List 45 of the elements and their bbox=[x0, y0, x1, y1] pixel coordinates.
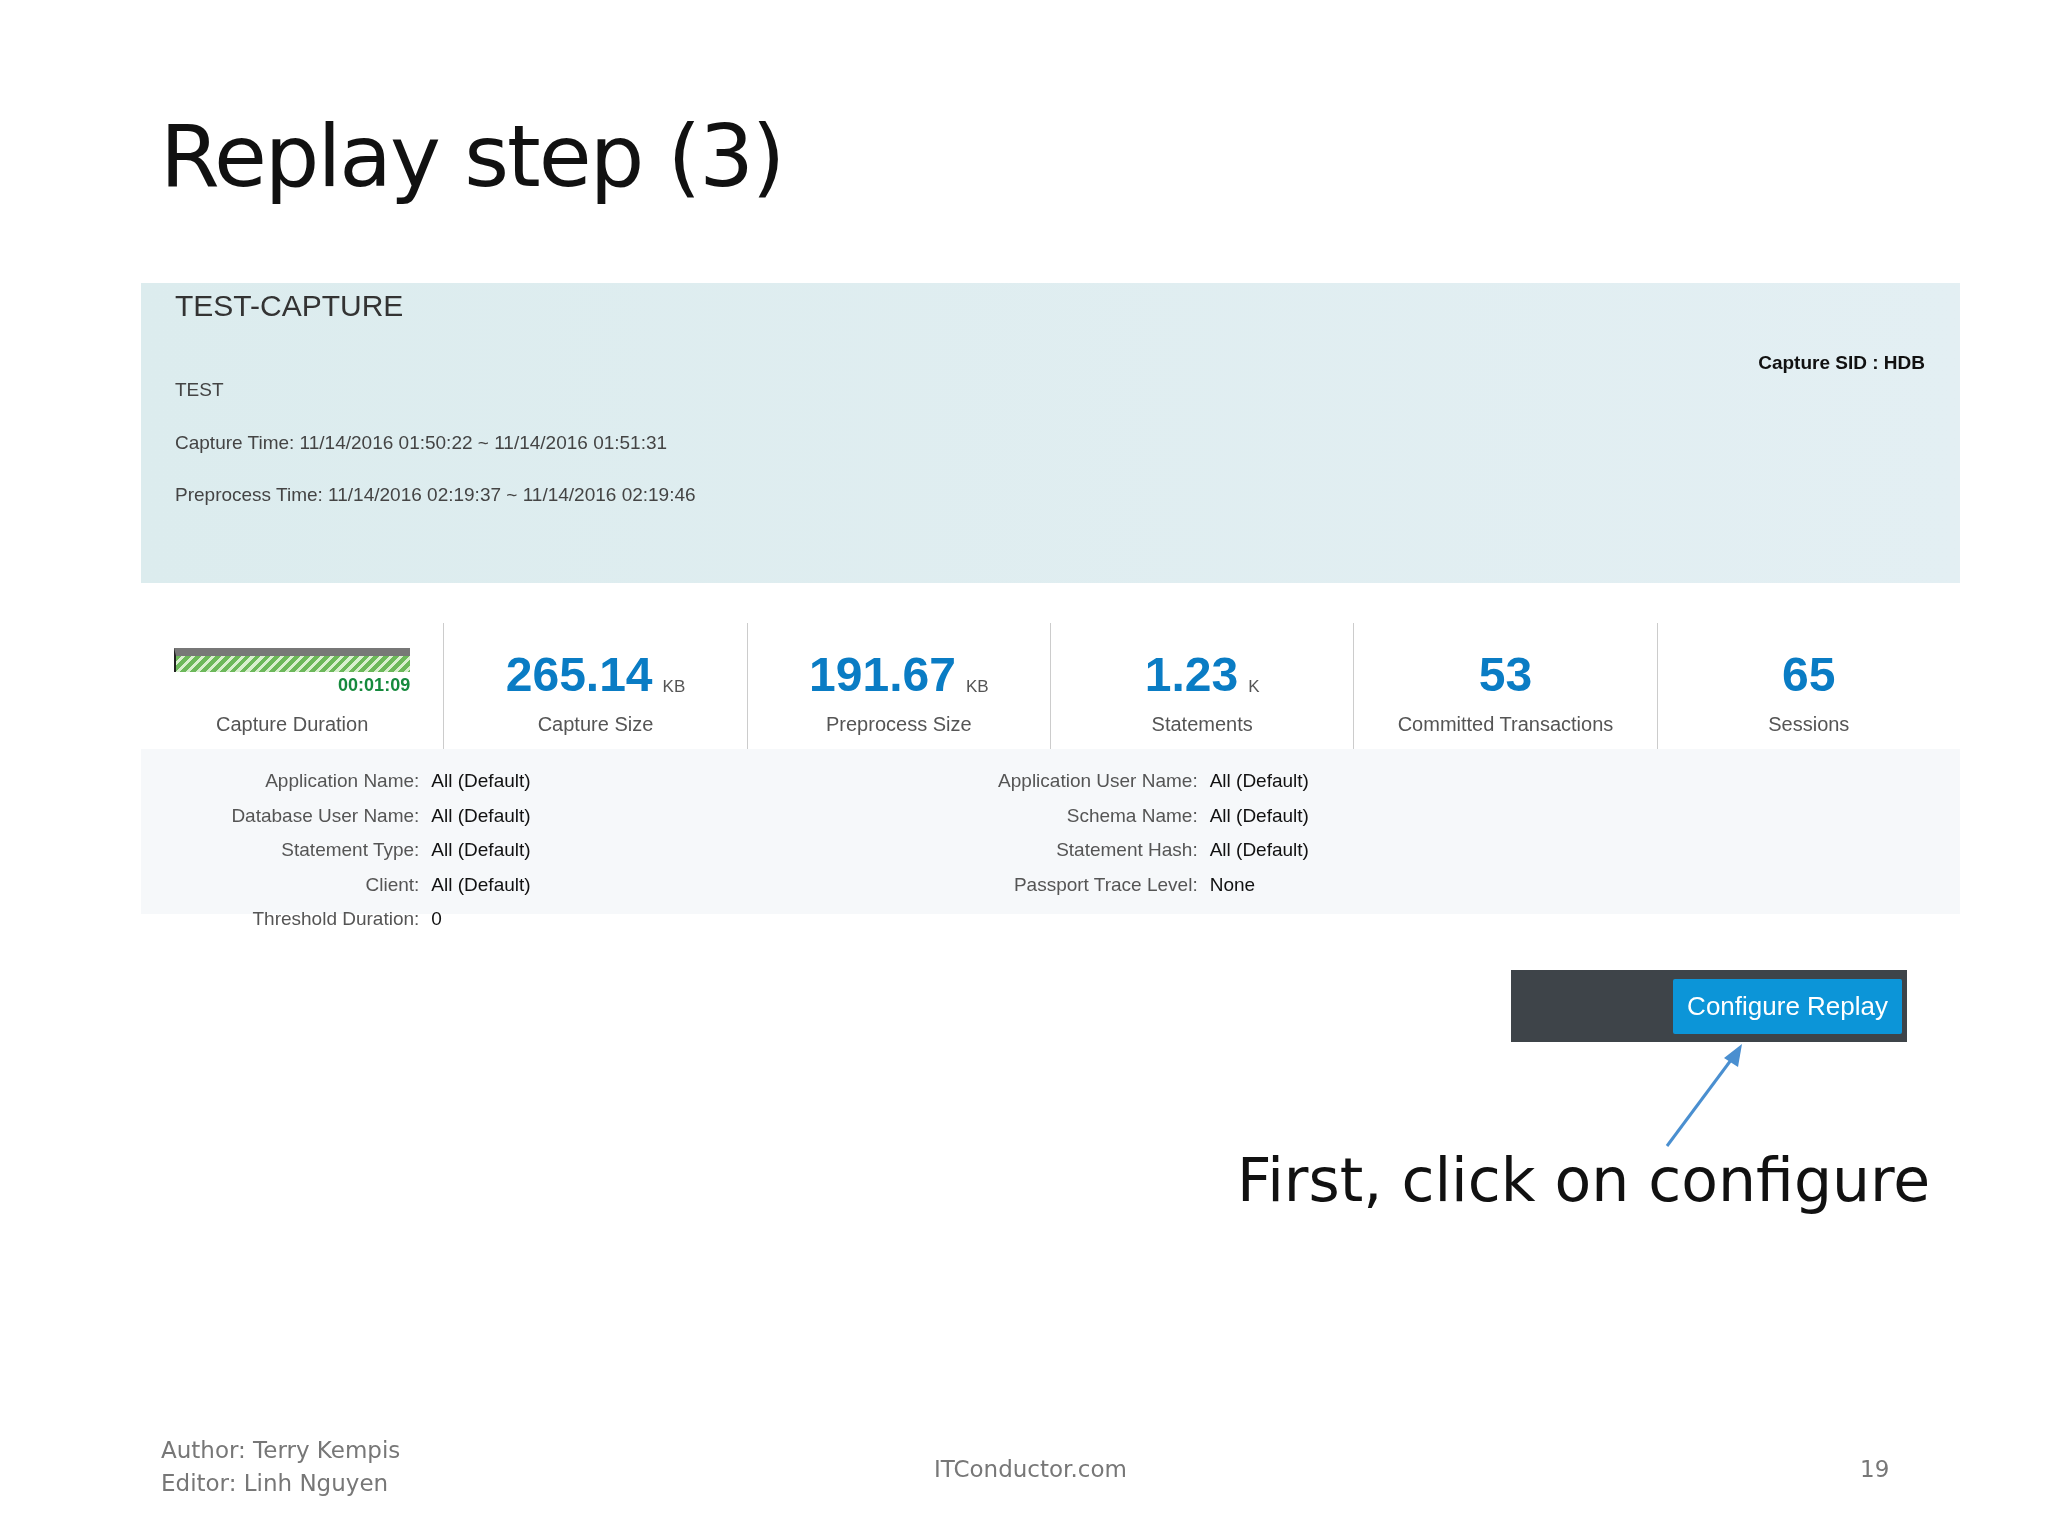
stat-label: Capture Size bbox=[537, 712, 654, 737]
annotation-text: First, click on configure bbox=[1237, 1144, 1931, 1217]
filter-label: Statement Hash: bbox=[1055, 838, 1198, 862]
stat-label: Preprocess Size bbox=[826, 712, 972, 737]
footer-site: ITConductor.com bbox=[934, 1455, 1127, 1484]
stat-value: 65 bbox=[1782, 651, 1836, 699]
capture-time: Capture Time: 11/14/2016 01:50:22 ~ 11/14/2016 01:51:31 bbox=[175, 430, 669, 455]
footer-author: Author: Terry Kempis bbox=[161, 1436, 401, 1465]
filter-value: All (Default) bbox=[431, 872, 532, 897]
filter-value: All (Default) bbox=[431, 838, 532, 862]
stat-unit: K bbox=[1248, 675, 1260, 698]
filter-label: Schema Name: bbox=[1065, 803, 1198, 828]
stat-value: 191.67 bbox=[809, 651, 956, 699]
configure-replay-button[interactable]: Configure Replay bbox=[1673, 978, 1902, 1034]
filter-label: Client: bbox=[364, 872, 420, 897]
filter-value: All (Default) bbox=[1209, 803, 1310, 828]
stat-value: 53 bbox=[1478, 651, 1533, 699]
filter-value: All (Default) bbox=[1209, 838, 1310, 862]
stat-label: Statements bbox=[1151, 712, 1253, 737]
stat-unit: KB bbox=[662, 675, 686, 698]
footer-editor: Editor: Linh Nguyen bbox=[161, 1469, 389, 1498]
preprocess-time: Preprocess Time: 11/14/2016 02:19:37 ~ 11/14/2016 02:19:46 bbox=[175, 483, 697, 507]
stat-value: 1.23 bbox=[1144, 651, 1239, 699]
slide-title: Replay step (3) bbox=[160, 105, 784, 208]
page-number: 19 bbox=[1860, 1455, 1890, 1484]
stat-label: Sessions bbox=[1768, 712, 1850, 737]
stat-value: 265.14 bbox=[505, 651, 653, 699]
filter-value: 0 bbox=[431, 907, 443, 931]
capture-sid: Capture SID : HDB bbox=[1758, 351, 1925, 375]
filter-label: Threshold Duration: bbox=[251, 907, 420, 931]
filter-value: All (Default) bbox=[1209, 769, 1310, 793]
capture-name: TEST-CAPTURE bbox=[175, 288, 405, 324]
stat-label: Committed Transactions bbox=[1397, 712, 1614, 737]
filter-value: All (Default) bbox=[431, 769, 532, 793]
filter-value: All (Default) bbox=[431, 803, 532, 828]
filter-label: Application User Name: bbox=[997, 769, 1198, 793]
filter-label: Database User Name: bbox=[230, 803, 420, 828]
stat-unit: KB bbox=[965, 675, 989, 698]
filter-label: Statement Type: bbox=[280, 838, 420, 862]
duration-value: 00:01:09 bbox=[337, 674, 411, 697]
filter-label: Application Name: bbox=[264, 769, 420, 793]
stat-label: Capture Duration bbox=[216, 712, 369, 737]
capture-description: TEST bbox=[175, 378, 225, 402]
filter-label: Passport Trace Level: bbox=[1012, 872, 1198, 897]
filter-value: None bbox=[1209, 872, 1257, 897]
